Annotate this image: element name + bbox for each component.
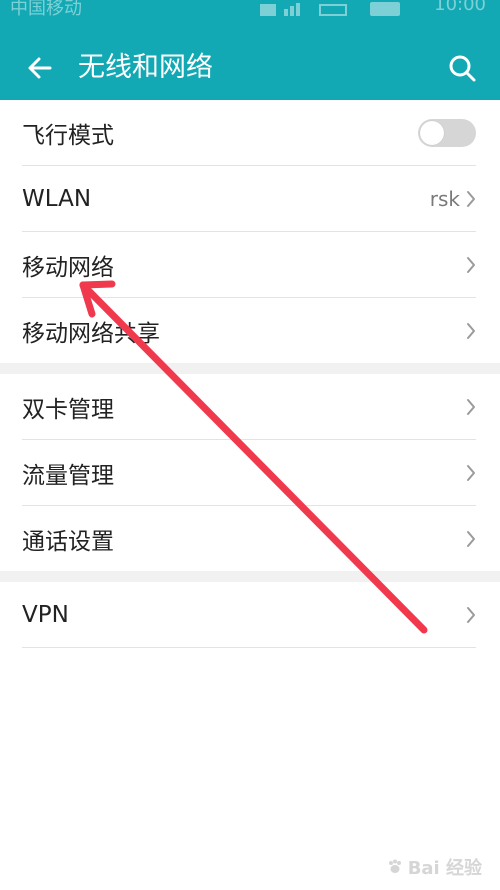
mobile-network-control xyxy=(466,232,476,297)
vpn-control xyxy=(466,582,476,647)
airplane-mode-row[interactable]: 飞行模式 xyxy=(22,100,476,166)
paw-icon xyxy=(388,859,401,873)
toggle-knob xyxy=(420,120,444,145)
arrow-left-icon xyxy=(28,57,52,79)
chevron-right-icon xyxy=(467,606,475,623)
status-icons xyxy=(260,2,400,16)
row-label: 流量管理 xyxy=(22,462,114,489)
search-icon xyxy=(449,55,476,82)
row-label: 双卡管理 xyxy=(22,396,114,423)
back-button[interactable] xyxy=(20,48,60,88)
call-settings-row[interactable]: 通话设置 xyxy=(22,506,476,571)
data-usage-control xyxy=(466,440,476,505)
search-button[interactable] xyxy=(442,48,482,88)
wlan-value: rsk xyxy=(429,186,460,211)
section-divider xyxy=(0,363,500,374)
chevron-right-icon xyxy=(467,530,475,547)
mobile-network-row[interactable]: 移动网络 xyxy=(22,232,476,298)
row-label: 移动网络共享 xyxy=(22,320,160,347)
row-label: 移动网络 xyxy=(22,254,114,281)
chevron-right-icon xyxy=(467,464,475,481)
call-settings-control xyxy=(466,506,476,571)
chevron-right-icon xyxy=(467,322,475,339)
dual-sim-row[interactable]: 双卡管理 xyxy=(22,374,476,440)
section-divider xyxy=(0,571,500,582)
status-bar: 中国移动 10:00 xyxy=(0,0,500,32)
app-bar: 中国移动 10:00 无线和网络 xyxy=(0,0,500,100)
data-usage-row[interactable]: 流量管理 xyxy=(22,440,476,506)
watermark-text: Bai 经验 xyxy=(407,858,482,879)
row-label: 通话设置 xyxy=(22,528,114,555)
mobile-hotspot-row[interactable]: 移动网络共享 xyxy=(22,298,476,363)
row-label: VPN xyxy=(22,601,69,628)
status-time: 10:00 xyxy=(434,0,486,15)
airplane-mode-control xyxy=(418,100,476,165)
chevron-right-icon xyxy=(467,190,475,207)
airplane-mode-toggle[interactable] xyxy=(418,118,476,147)
wlan-control: rsk xyxy=(430,166,476,231)
row-label: 飞行模式 xyxy=(22,122,114,149)
dual-sim-control xyxy=(466,374,476,439)
row-label: WLAN xyxy=(22,185,92,212)
carrier-label: 中国移动 xyxy=(10,0,82,19)
watermark: Bai 经验 xyxy=(386,854,482,880)
wlan-row[interactable]: WLAN rsk xyxy=(22,166,476,232)
mobile-hotspot-control xyxy=(466,298,476,363)
chevron-right-icon xyxy=(467,398,475,415)
vpn-row[interactable]: VPN xyxy=(22,582,476,648)
settings-list: 飞行模式 WLAN rsk 移动网络 移动网络共享 双卡管理 流量管理 通话设置… xyxy=(0,100,500,648)
chevron-right-icon xyxy=(467,256,475,273)
page-title: 无线和网络 xyxy=(78,52,213,83)
